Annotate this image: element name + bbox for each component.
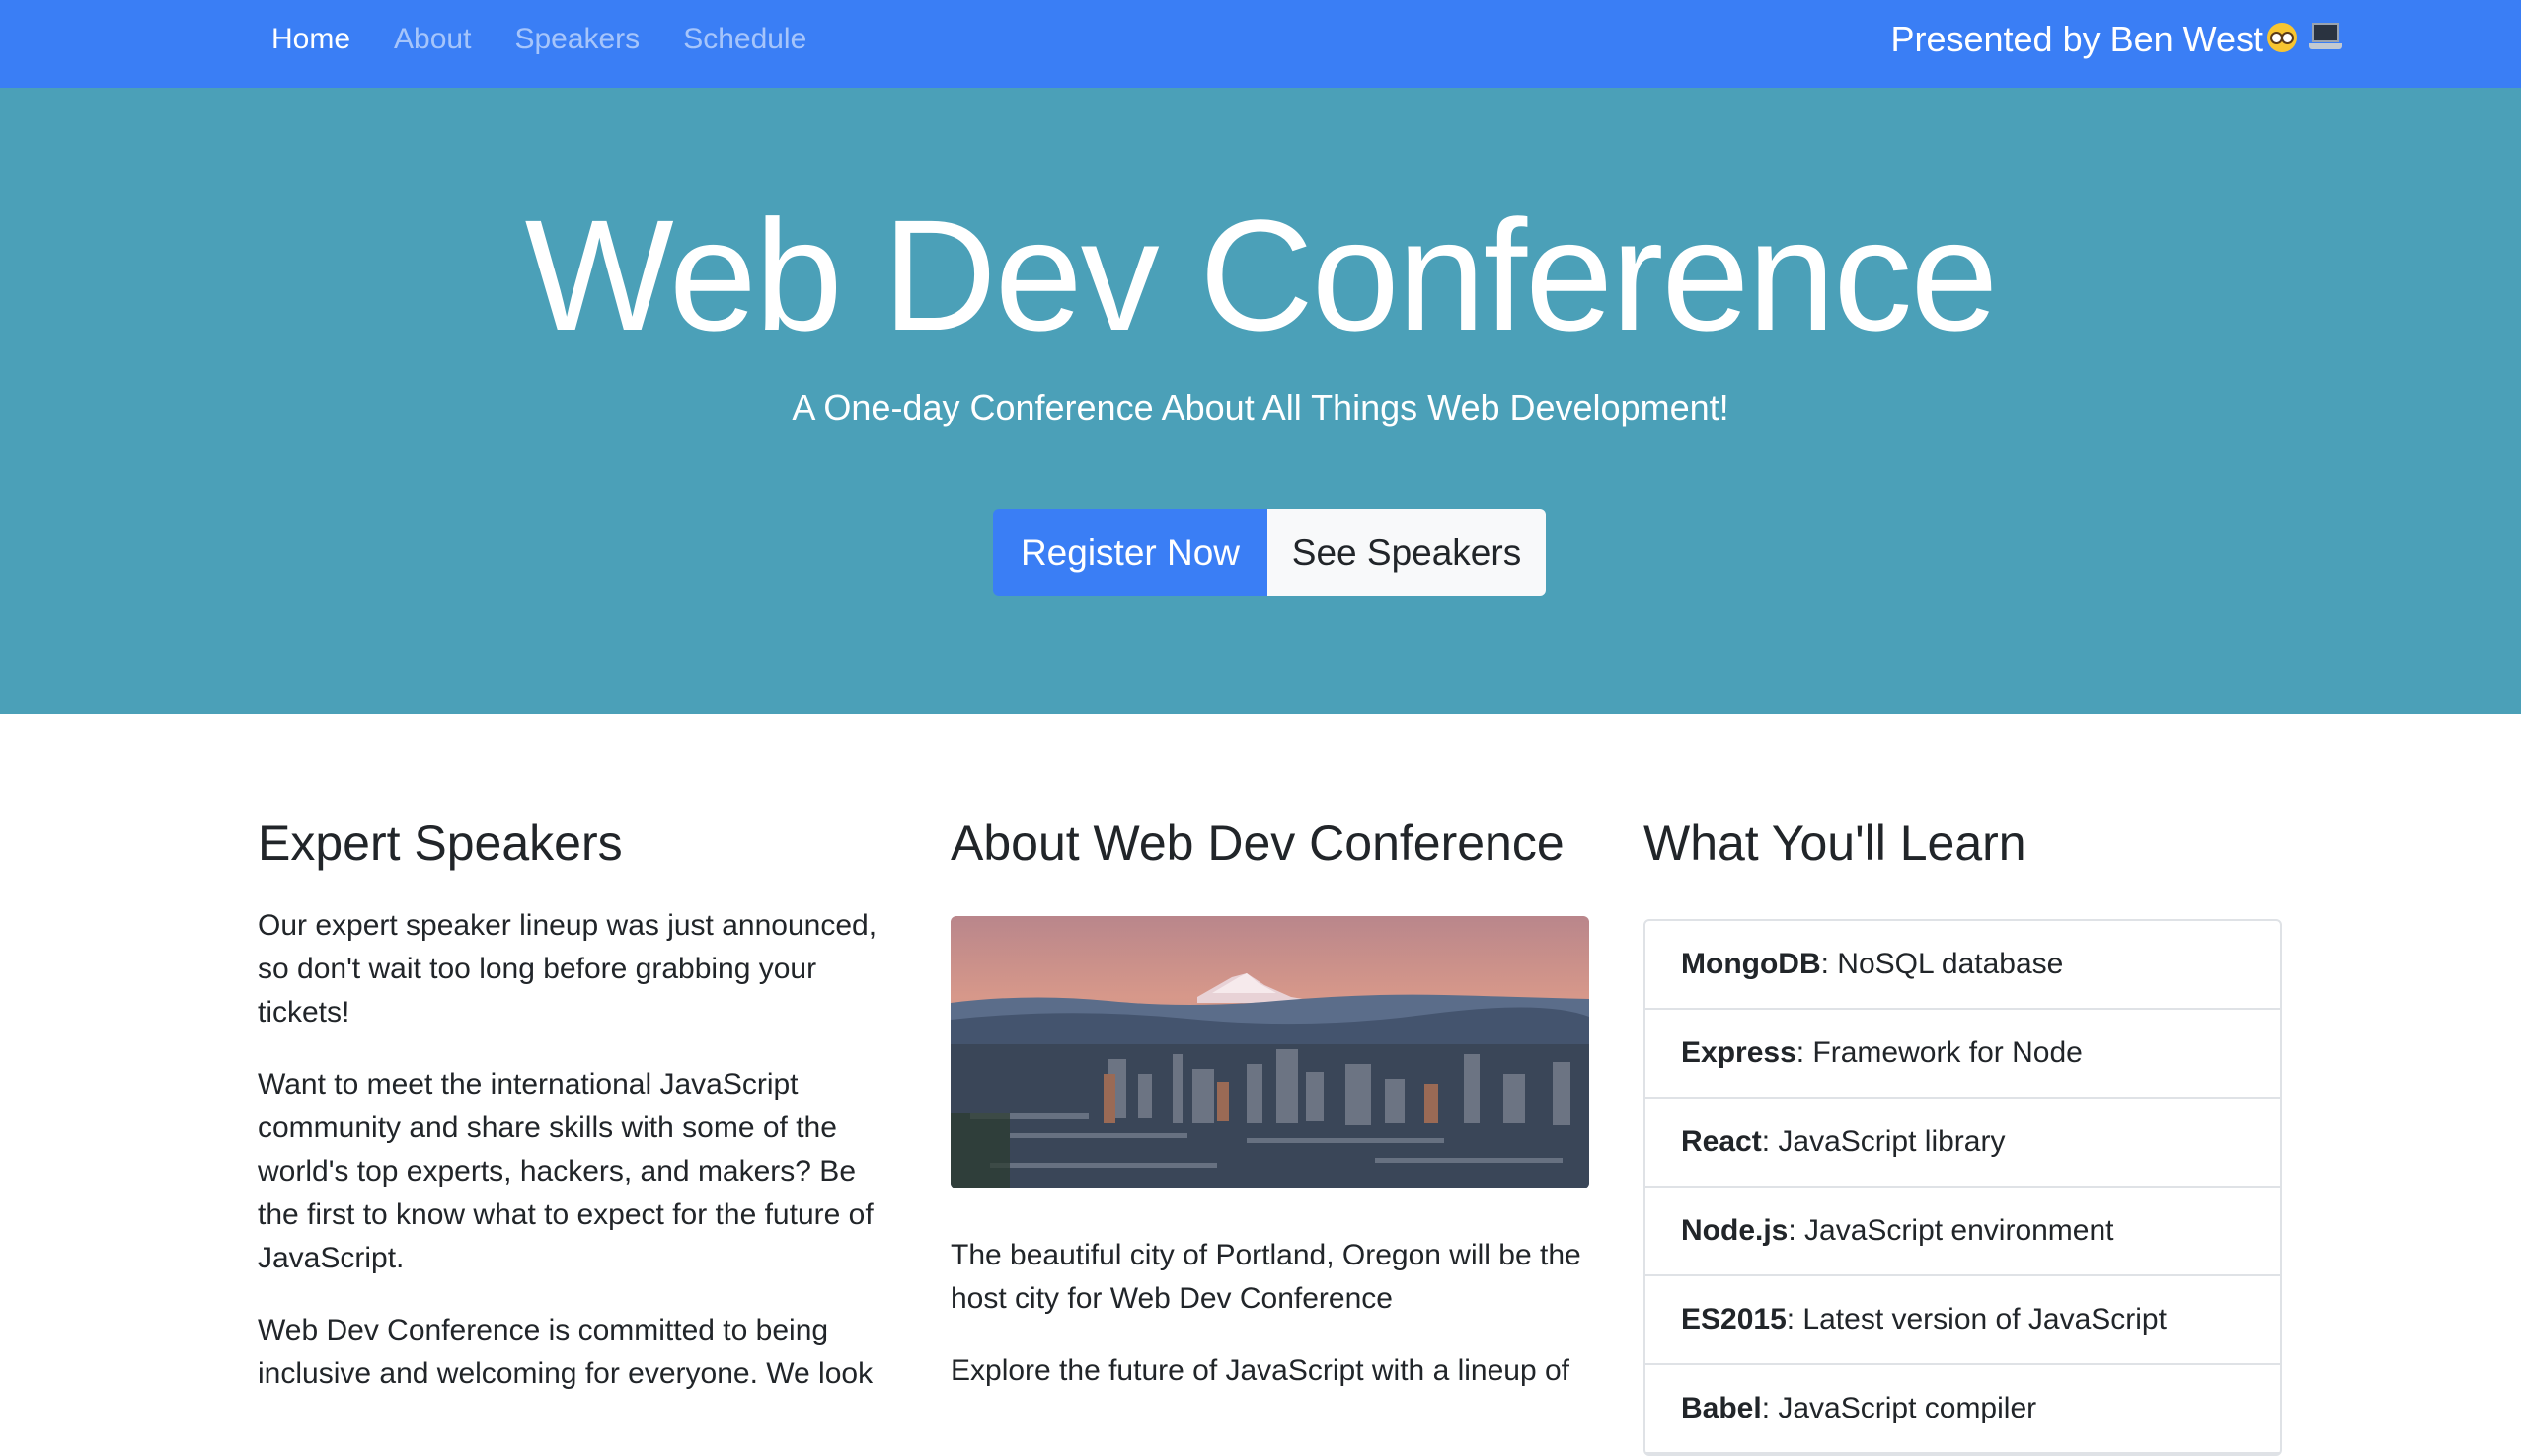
learn-list: MongoDB: NoSQL database Express: Framewo… bbox=[1643, 919, 2282, 1456]
speakers-paragraph-1: Our expert speaker lineup was just annou… bbox=[258, 909, 878, 1029]
see-speakers-button[interactable]: See Speakers bbox=[1267, 509, 1546, 596]
hero-title: Web Dev Conference bbox=[524, 187, 1999, 363]
learn-item-name: Node.js bbox=[1681, 1214, 1789, 1247]
expert-speakers-heading: Expert Speakers bbox=[258, 815, 623, 871]
nerd-face-icon bbox=[2267, 22, 2297, 52]
learn-item-name: Babel bbox=[1681, 1392, 1762, 1424]
register-now-button[interactable]: Register Now bbox=[993, 509, 1267, 596]
speakers-paragraph-2: Want to meet the international JavaScrip… bbox=[258, 1068, 874, 1274]
learn-item-desc: : JavaScript environment bbox=[1788, 1214, 2114, 1247]
nav-link-about[interactable]: About bbox=[380, 23, 471, 56]
about-heading: About Web Dev Conference bbox=[951, 815, 1565, 871]
hero-button-group: Register Now See Speakers bbox=[993, 509, 1546, 596]
speakers-paragraph-3: Web Dev Conference is committed to being… bbox=[258, 1314, 874, 1390]
nav-link-schedule[interactable]: Schedule bbox=[669, 23, 806, 56]
about-paragraph-2: Explore the future of JavaScript with a … bbox=[951, 1354, 1570, 1387]
about-column: About Web Dev Conference The beautiful c… bbox=[951, 809, 1592, 1421]
nav-brand[interactable]: Presented by Ben West bbox=[1890, 0, 2342, 78]
about-paragraph-1: The beautiful city of Portland, Oregon w… bbox=[951, 1239, 1581, 1315]
learn-column: What You'll Learn MongoDB: NoSQL databas… bbox=[1643, 809, 2285, 1456]
learn-item-desc: : NoSQL database bbox=[1820, 948, 2064, 980]
list-item: ES2015: Latest version of JavaScript bbox=[1645, 1276, 2280, 1365]
learn-item-desc: : JavaScript library bbox=[1761, 1125, 2006, 1158]
nav-links: Home About Speakers Schedule bbox=[258, 0, 836, 78]
list-item: MongoDB: NoSQL database bbox=[1645, 921, 2280, 1010]
learn-item-name: React bbox=[1681, 1125, 1762, 1158]
expert-speakers-column: Expert Speakers Our expert speaker lineu… bbox=[258, 809, 899, 1424]
laptop-icon bbox=[2309, 22, 2342, 52]
learn-item-name: Express bbox=[1681, 1036, 1796, 1069]
nav-link-speakers[interactable]: Speakers bbox=[500, 23, 640, 56]
brand-text: Presented by Ben West bbox=[1890, 18, 2263, 59]
learn-item-name: MongoDB bbox=[1681, 948, 1821, 980]
hero-jumbotron: Web Dev Conference A One-day Conference … bbox=[0, 88, 2521, 714]
learn-item-desc: : Framework for Node bbox=[1795, 1036, 2083, 1069]
learn-item-desc: : JavaScript compiler bbox=[1761, 1392, 2037, 1424]
list-item: Express: Framework for Node bbox=[1645, 1010, 2280, 1099]
list-item: Babel: JavaScript compiler bbox=[1645, 1365, 2280, 1454]
learn-heading: What You'll Learn bbox=[1643, 815, 2026, 871]
nav-link-home[interactable]: Home bbox=[258, 23, 350, 56]
learn-item-desc: : Latest version of JavaScript bbox=[1786, 1303, 2167, 1336]
list-item: Node.js: JavaScript environment bbox=[1645, 1188, 2280, 1276]
learn-item-name: ES2015 bbox=[1681, 1303, 1787, 1336]
navbar: Home About Speakers Schedule Presented b… bbox=[0, 0, 2521, 88]
portland-city-image bbox=[951, 916, 1589, 1188]
hero-subtitle: A One-day Conference About All Things We… bbox=[792, 387, 1729, 427]
list-item: React: JavaScript library bbox=[1645, 1099, 2280, 1188]
